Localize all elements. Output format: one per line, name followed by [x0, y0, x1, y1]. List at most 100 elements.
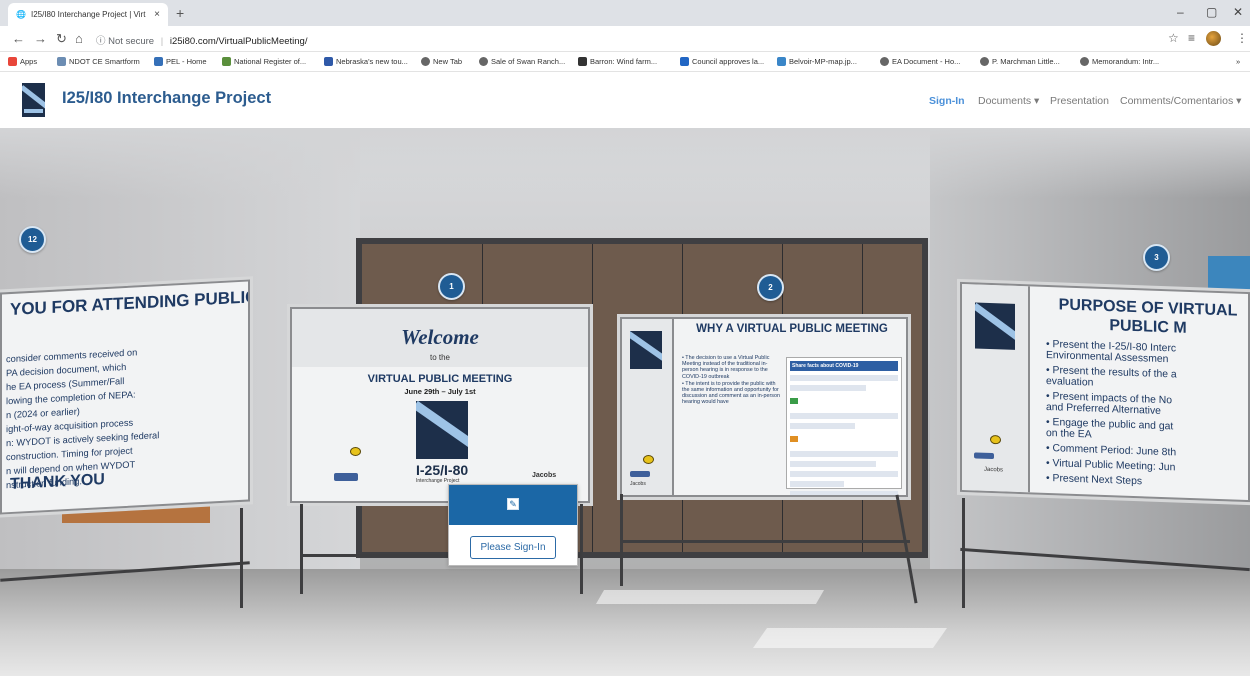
new-tab-button[interactable]: +	[176, 5, 184, 21]
bookmark-item[interactable]: National Register of...	[222, 57, 306, 66]
jacobs-logo: Jacobs	[984, 466, 1004, 474]
profile-avatar[interactable]	[1206, 31, 1221, 46]
close-tab-icon[interactable]: ×	[154, 9, 160, 20]
bookmark-item[interactable]: Memorandum: Intr...	[1080, 57, 1159, 66]
bookmarks-bar: Apps NDOT CE Smartform PEL - Home Nation…	[0, 52, 1250, 72]
jacobs-logo: Jacobs	[630, 481, 646, 487]
purpose-list: • Present the I-25/I-80 Interc Environme…	[1046, 339, 1250, 496]
floor	[0, 569, 1250, 676]
bookmark-item[interactable]: NDOT CE Smartform	[57, 57, 140, 66]
maximize-icon[interactable]: ▢	[1206, 5, 1217, 19]
star-icon[interactable]: ☆	[1168, 31, 1179, 45]
bookmark-item[interactable]: New Tab	[421, 57, 462, 66]
minimize-icon[interactable]: –	[1177, 5, 1184, 19]
board-thank-you-title: YOU FOR ATTENDING PUBLIC MEETING	[10, 283, 250, 320]
wydot-logo-icon	[643, 455, 654, 464]
page-icon	[154, 57, 163, 66]
welcome-title: Welcome	[401, 325, 479, 349]
fhwa-logo-icon	[334, 473, 358, 481]
please-signin-button[interactable]: Please Sign-In	[470, 536, 556, 559]
why-bullet: • The decision to use a Virtual Public M…	[682, 355, 770, 380]
welcome-subtitle: VIRTUAL PUBLIC MEETING	[367, 373, 513, 385]
page-icon	[680, 57, 689, 66]
globe-icon	[880, 57, 889, 66]
bookmarks-more-icon[interactable]: »	[1236, 57, 1240, 66]
globe-icon	[421, 57, 430, 66]
nav-documents[interactable]: Documents ▾	[978, 95, 1039, 107]
board-welcome[interactable]: Welcome to the VIRTUAL PUBLIC MEETING Ju…	[290, 307, 590, 503]
bookmark-item[interactable]: PEL - Home	[154, 57, 207, 66]
board-why-virtual[interactable]: Jacobs WHY A VIRTUAL PUBLIC MEETING • Th…	[620, 317, 908, 497]
project-bridge-logo	[630, 331, 662, 369]
bookmark-label: Barron: Wind farm...	[590, 57, 658, 66]
bookmark-item[interactable]: Belvoir-MP-map.jp...	[777, 57, 857, 66]
home-icon[interactable]: ⌂	[75, 31, 83, 46]
bookmark-label: National Register of...	[234, 57, 307, 66]
welcome-to: to the	[429, 353, 450, 362]
nav-comments[interactable]: Comments/Comentarios ▾	[1120, 95, 1241, 107]
bookmark-item[interactable]: Nebraska's new tou...	[324, 57, 408, 66]
address-bar: ← → ↻ ⌂ ⓘ Not secure | i25i80.com/Virtua…	[0, 26, 1250, 52]
bookmark-item[interactable]: Council approves la...	[680, 57, 764, 66]
easel-leg	[240, 508, 243, 608]
purpose-title: PURPOSE OF VIRTUAL PUBLIC M	[1058, 296, 1238, 337]
forward-icon[interactable]: →	[34, 31, 47, 46]
hotspot-2[interactable]: 2	[757, 274, 784, 301]
bookmark-label: Council approves la...	[692, 57, 765, 66]
covid-poster: Share facts about COVID-19	[786, 357, 902, 495]
security-label: Not secure	[108, 36, 155, 47]
bookmark-label: Belvoir-MP-map.jp...	[789, 57, 857, 66]
why-bullet: • The intent is to provide the public wi…	[682, 380, 780, 406]
tab-title: I25/I80 Interchange Project | Virt	[30, 10, 146, 19]
globe-icon: 🌐	[16, 10, 26, 19]
easel-bar	[620, 540, 910, 543]
site-title[interactable]: I25/I80 Interchange Project	[62, 89, 271, 108]
board-purpose-sidebar: Jacobs	[962, 284, 1030, 493]
url-field[interactable]: ⓘ Not secure | i25i80.com/VirtualPublicM…	[96, 33, 307, 47]
bookmark-apps[interactable]: Apps	[8, 57, 37, 66]
welcome-dates: June 29th – July 1st	[404, 387, 476, 396]
hotspot-12[interactable]: 12	[19, 226, 46, 253]
page-icon	[324, 57, 333, 66]
page-icon	[777, 57, 786, 66]
close-window-icon[interactable]: ✕	[1233, 5, 1243, 19]
page-icon	[222, 57, 231, 66]
reload-icon[interactable]: ↻	[56, 31, 67, 47]
floor-reflection	[752, 628, 948, 648]
bookmark-label: Nebraska's new tou...	[336, 57, 408, 66]
board-thank-you-text: consider comments received on PA decisio…	[6, 342, 246, 495]
browser-tab[interactable]: 🌐 I25/I80 Interchange Project | Virt ×	[8, 3, 168, 26]
virtual-meeting-scene[interactable]: YOU FOR ATTENDING PUBLIC MEETING conside…	[0, 128, 1250, 676]
bookmark-label: P. Marchman Little...	[992, 57, 1060, 66]
board-why-sidebar: Jacobs	[622, 319, 674, 495]
bookmark-label: Sale of Swan Ranch...	[491, 57, 566, 66]
fhwa-logo-icon	[630, 471, 650, 477]
fhwa-logo-icon	[974, 452, 994, 460]
project-mark: I-25/I-80	[416, 462, 469, 478]
page-icon	[578, 57, 587, 66]
signin-panel: ✎ Please Sign-In	[448, 484, 578, 566]
apps-grid-icon	[8, 57, 17, 66]
back-icon[interactable]: ←	[12, 31, 25, 46]
bookmark-item[interactable]: P. Marchman Little...	[980, 57, 1060, 66]
board-purpose[interactable]: Jacobs PURPOSE OF VIRTUAL PUBLIC M • Pre…	[960, 281, 1250, 503]
why-title: WHY A VIRTUAL PUBLIC MEETING	[696, 323, 888, 335]
reading-list-icon[interactable]: ≡	[1188, 31, 1195, 45]
green-square-icon	[790, 398, 798, 404]
menu-icon[interactable]: ⋮	[1236, 31, 1248, 45]
why-bullets: • The decision to use a Virtual Public M…	[682, 355, 780, 407]
project-bridge-logo	[975, 302, 1015, 350]
nav-presentation[interactable]: Presentation	[1050, 95, 1109, 107]
bookmark-item[interactable]: EA Document - Ho...	[880, 57, 960, 66]
hotspot-3[interactable]: 3	[1143, 244, 1170, 271]
ceiling	[0, 128, 1250, 198]
wydot-logo-icon	[990, 434, 1001, 445]
board-thank-you[interactable]: YOU FOR ATTENDING PUBLIC MEETING conside…	[0, 279, 250, 515]
project-logo[interactable]	[22, 83, 45, 117]
bookmark-item[interactable]: Sale of Swan Ranch...	[479, 57, 565, 66]
nav-signin[interactable]: Sign-In	[929, 95, 965, 107]
hotspot-1[interactable]: 1	[438, 273, 465, 300]
bookmark-label: Apps	[20, 57, 38, 66]
bookmark-item[interactable]: Barron: Wind farm...	[578, 57, 657, 66]
easel-leg	[580, 504, 583, 594]
